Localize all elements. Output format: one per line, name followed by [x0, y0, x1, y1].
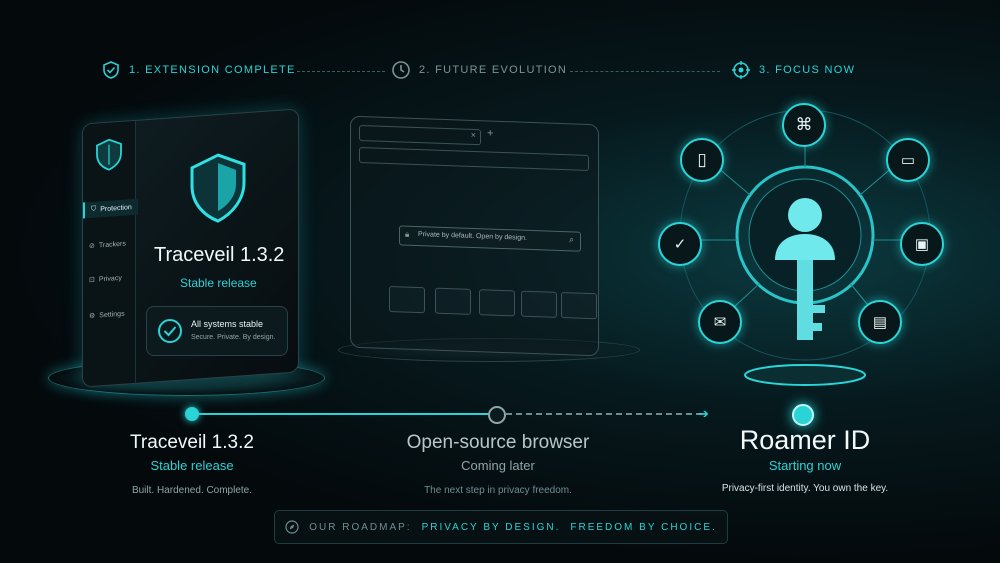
column-extension: Traceveil 1.3.2 Stable release Built. Ha…: [92, 432, 292, 496]
search-placeholder: Private by default. Open by design.: [418, 231, 527, 242]
column-subtitle: Starting now: [768, 458, 842, 473]
sidebar-item-label: Privacy: [98, 274, 122, 283]
timeline-progress: [192, 413, 496, 415]
roadmap-footer: OUR ROADMAP: PRIVACY BY DESIGN. FREEDOM …: [274, 510, 728, 544]
shield-hero-icon: [190, 153, 246, 223]
browser-tab[interactable]: ×: [359, 124, 481, 146]
arrow-right-icon: ➔: [698, 406, 709, 421]
timeline-future: [496, 413, 702, 415]
shield-check-icon: [103, 61, 119, 79]
clock-icon: [392, 61, 410, 79]
column-title: Open-source browser: [406, 432, 590, 453]
column-desc: Privacy-first identity. You own the key.: [721, 483, 889, 494]
sidebar-item-label: Protection: [100, 203, 132, 213]
shortcut-tile[interactable]: [389, 286, 425, 314]
column-title: Roamer ID: [739, 425, 871, 455]
compass-icon: [285, 520, 299, 534]
step-label: 3. FOCUS NOW: [759, 64, 856, 76]
new-tab-icon[interactable]: +: [487, 127, 493, 139]
step-extension-complete: 1. EXTENSION COMPLETE: [101, 60, 296, 80]
sidebar-item-label: Trackers: [98, 240, 126, 249]
step-divider: [297, 71, 385, 72]
column-desc: The next step in privacy freedom.: [424, 485, 572, 496]
chat-icon[interactable]: ▤: [858, 300, 902, 344]
shortcut-tile[interactable]: [561, 292, 597, 320]
timeline-node-future: [488, 406, 506, 424]
close-icon[interactable]: ×: [471, 130, 476, 140]
check-circle-icon: [158, 319, 182, 343]
timeline-node-complete: [185, 407, 199, 421]
target-icon: [732, 61, 750, 79]
footer-prefix: OUR ROADMAP:: [309, 521, 412, 533]
column-title: Traceveil 1.3.2: [130, 432, 254, 453]
shield-logo-icon: [96, 138, 122, 171]
laptop-icon[interactable]: ▭: [886, 138, 930, 182]
step-future-evolution: 2. FUTURE EVOLUTION: [391, 60, 567, 80]
footer-part1: PRIVACY BY DESIGN.: [421, 521, 561, 533]
sidebar-item-trackers[interactable]: ⊘ Trackers: [89, 240, 126, 251]
step-label: 2. FUTURE EVOLUTION: [419, 64, 568, 76]
sidebar-item-label: Settings: [99, 310, 125, 319]
step-focus-now: 3. FOCUS NOW: [731, 60, 855, 80]
shortcut-tile[interactable]: [521, 290, 557, 318]
step-label: 1. EXTENSION COMPLETE: [129, 64, 296, 76]
timeline-node-now: [792, 404, 814, 426]
shortcut-tile[interactable]: [479, 289, 515, 317]
column-subtitle: Coming later: [461, 458, 535, 473]
extension-subtitle: Stable release: [180, 276, 257, 290]
phone-icon[interactable]: ▯: [680, 138, 724, 182]
address-bar[interactable]: [359, 146, 589, 171]
shield-icon: ⛉: [91, 205, 97, 213]
sidebar-item-settings[interactable]: ⚙ Settings: [89, 310, 125, 320]
gear-icon: ⚙: [89, 312, 96, 321]
lock-icon[interactable]: ▣: [900, 222, 944, 266]
column-desc: Built. Hardened. Complete.: [131, 485, 253, 496]
column-roamer: Roamer ID Starting now Privacy-first ide…: [680, 425, 930, 494]
eye-off-icon: ⊘: [89, 242, 95, 251]
sidebar-item-privacy[interactable]: ⊡ Privacy: [89, 274, 122, 284]
status-text: Secure. Private. By design.: [191, 334, 276, 341]
sidebar-item-protection[interactable]: ⛉ Protection: [83, 198, 138, 219]
status-title: All systems stable: [191, 319, 264, 329]
lock-icon: ⊡: [89, 276, 95, 285]
status-card: All systems stable Secure. Private. By d…: [146, 306, 288, 356]
lock-icon: 🔒︎: [405, 229, 410, 239]
browser-window: × + 🔒︎ Private by default. Open by desig…: [350, 115, 599, 357]
step-divider: [570, 71, 720, 72]
shield-check-icon[interactable]: ✓: [658, 222, 702, 266]
shortcut-tile[interactable]: [435, 287, 471, 315]
search-icon[interactable]: ⌕: [569, 234, 574, 245]
mail-icon[interactable]: ✉: [698, 300, 742, 344]
column-subtitle: Stable release: [150, 458, 234, 473]
fingerprint-icon[interactable]: ⌘: [782, 103, 826, 147]
column-browser: Open-source browser Coming later The nex…: [370, 432, 626, 496]
extension-title: Traceveil 1.3.2: [154, 244, 285, 266]
browser-search-input[interactable]: 🔒︎ Private by default. Open by design. ⌕: [399, 225, 581, 252]
footer-part2: FREEDOM BY CHOICE.: [570, 521, 717, 533]
extension-sidebar: ⛉ Protection ⊘ Trackers ⊡ Privacy ⚙ Settings: [83, 120, 138, 387]
